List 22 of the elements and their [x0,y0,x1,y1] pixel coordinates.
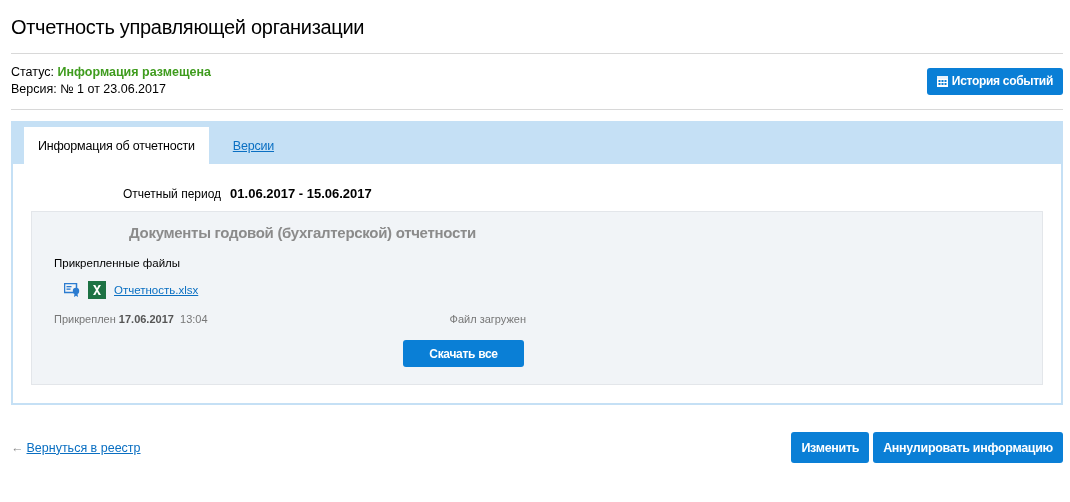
version-text: Версия: № 1 от 23.06.2017 [11,81,167,98]
file-link[interactable]: Отчетность.xlsx [114,284,199,296]
page-title: Отчетность управляющей организации [11,15,366,40]
spreadsheet-icon [88,281,106,299]
history-button[interactable]: История событий [926,67,1063,95]
calendar-icon [936,75,948,87]
attached-date: Прикреплен 17.06.2017 13:04 [54,313,208,325]
tab[interactable]: Версии [218,127,289,164]
status-label: Статус: [11,65,54,79]
period-value: 01.06.2017 - 15.06.2017 [230,186,372,201]
section-title: Документы годовой (бухгалтерской) отчетности [128,224,477,241]
files-label: Прикрепленные файлы [53,257,182,269]
status-value: Информация размещена [57,65,211,79]
file-status: Файл загружен [449,313,526,325]
back-arrow-icon: ← [11,440,24,455]
certificate-icon[interactable] [64,283,80,297]
action-button[interactable]: Аннулировать информацию [873,432,1063,463]
tab[interactable]: Информация об отчетности [24,127,209,164]
action-button[interactable]: Изменить [791,432,870,463]
period-label: Отчетный период [123,187,222,201]
back-link[interactable]: Вернуться в реестр [26,440,141,455]
download-all-button[interactable]: Скачать все [403,340,524,367]
